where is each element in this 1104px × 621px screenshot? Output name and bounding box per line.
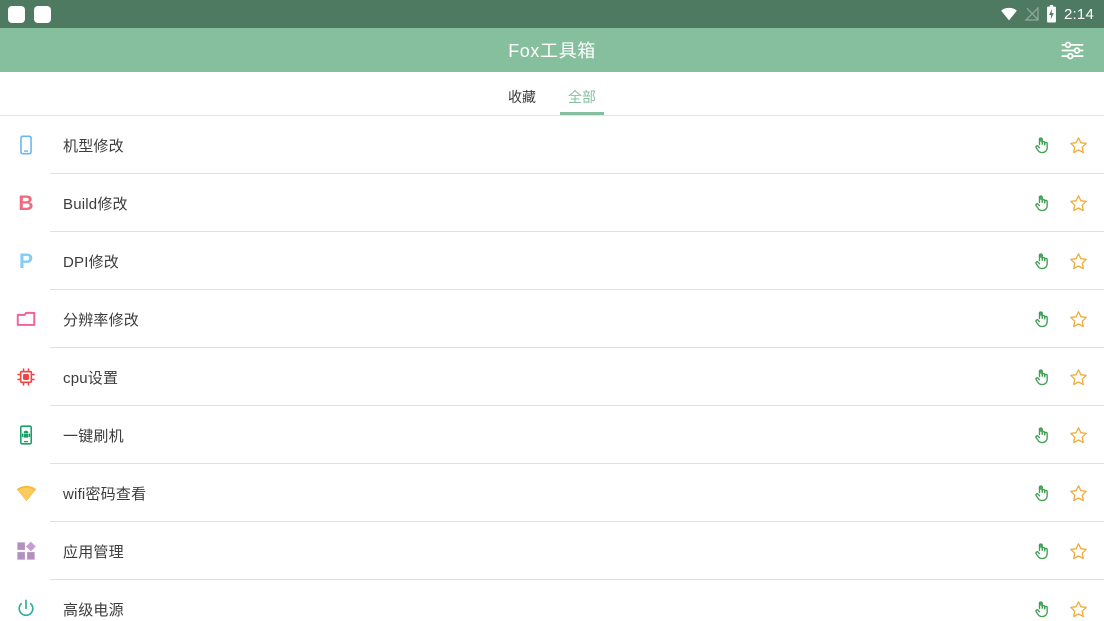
- list-item[interactable]: 应用管理: [0, 522, 1104, 580]
- list-item[interactable]: 一键刷机: [0, 406, 1104, 464]
- app-title: Fox工具箱: [508, 41, 596, 61]
- touch-hand-icon[interactable]: [1030, 481, 1054, 505]
- star-outline-icon[interactable]: [1066, 249, 1090, 273]
- touch-hand-icon[interactable]: [1030, 597, 1054, 621]
- phone-android-icon: [14, 423, 38, 447]
- notification-badge-icon: [8, 5, 25, 23]
- star-outline-icon[interactable]: [1066, 597, 1090, 621]
- list-item[interactable]: cpu设置: [0, 348, 1104, 406]
- list-item-label: 分辨率修改: [63, 311, 140, 329]
- wifi-signal-icon: [14, 481, 38, 505]
- list-item-label: 高级电源: [63, 601, 124, 619]
- touch-hand-icon[interactable]: [1030, 365, 1054, 389]
- touch-hand-icon[interactable]: [1030, 191, 1054, 215]
- tool-list: 机型修改 B Build修改 P DPI修改 分辨率修改 cpu设置 一键刷机 …: [0, 116, 1104, 621]
- tab-all[interactable]: 全部: [552, 90, 612, 115]
- tab-bar: 收藏 全部: [0, 72, 1104, 116]
- wifi-icon: [1000, 5, 1018, 23]
- status-bar: 2:14: [0, 0, 1104, 28]
- list-item-label: 应用管理: [63, 543, 124, 561]
- list-item-label: Build修改: [63, 195, 128, 213]
- star-outline-icon[interactable]: [1066, 423, 1090, 447]
- list-item-actions: [1030, 191, 1104, 215]
- list-item-actions: [1030, 597, 1104, 621]
- list-item-label: cpu设置: [63, 369, 119, 387]
- notification-badge-icon: [34, 5, 51, 23]
- list-item-actions: [1030, 249, 1104, 273]
- tab-favorites-label: 收藏: [508, 89, 536, 105]
- star-outline-icon[interactable]: [1066, 307, 1090, 331]
- letter-b-icon: B: [18, 191, 34, 215]
- list-item-actions: [1030, 481, 1104, 505]
- touch-hand-icon[interactable]: [1030, 539, 1054, 563]
- status-bar-system-icons: 2:14: [1000, 5, 1094, 23]
- star-outline-icon[interactable]: [1066, 191, 1090, 215]
- cpu-chip-icon: [14, 365, 38, 389]
- apps-grid-icon: [14, 539, 38, 563]
- list-item[interactable]: B Build修改: [0, 174, 1104, 232]
- status-bar-clock: 2:14: [1064, 5, 1094, 23]
- touch-hand-icon[interactable]: [1030, 133, 1054, 157]
- list-item-label: DPI修改: [63, 253, 120, 271]
- signal-off-icon: [1024, 6, 1040, 22]
- touch-hand-icon[interactable]: [1030, 423, 1054, 447]
- tab-all-label: 全部: [568, 89, 596, 105]
- tab-favorites[interactable]: 收藏: [492, 90, 552, 115]
- power-icon: [14, 597, 38, 621]
- app-screen: 2:14 Fox工具箱 收藏 全部 机型修改 B Build修改 P DPI修改…: [0, 0, 1104, 621]
- list-item[interactable]: 高级电源: [0, 580, 1104, 621]
- letter-p-icon: P: [18, 249, 33, 273]
- list-item-actions: [1030, 133, 1104, 157]
- list-item[interactable]: P DPI修改: [0, 232, 1104, 290]
- list-item[interactable]: 分辨率修改: [0, 290, 1104, 348]
- star-outline-icon[interactable]: [1066, 365, 1090, 389]
- star-outline-icon[interactable]: [1066, 481, 1090, 505]
- list-item[interactable]: wifi密码查看: [0, 464, 1104, 522]
- touch-hand-icon[interactable]: [1030, 249, 1054, 273]
- star-outline-icon[interactable]: [1066, 133, 1090, 157]
- rectangle-frame-icon: [14, 307, 38, 331]
- list-item-actions: [1030, 365, 1104, 389]
- list-item-actions: [1030, 539, 1104, 563]
- list-item-label: 一键刷机: [63, 427, 124, 445]
- list-item-actions: [1030, 307, 1104, 331]
- list-item-label: wifi密码查看: [63, 485, 147, 503]
- battery-charging-icon: [1046, 5, 1057, 23]
- list-item-label: 机型修改: [63, 137, 124, 155]
- app-bar: Fox工具箱: [0, 28, 1104, 72]
- list-item[interactable]: 机型修改: [0, 116, 1104, 174]
- tab-active-indicator: [560, 112, 604, 115]
- touch-hand-icon[interactable]: [1030, 307, 1054, 331]
- list-item-actions: [1030, 423, 1104, 447]
- tune-sliders-icon[interactable]: [1050, 28, 1094, 72]
- status-bar-notifications: [8, 5, 51, 23]
- smartphone-icon: [14, 133, 38, 157]
- star-outline-icon[interactable]: [1066, 539, 1090, 563]
